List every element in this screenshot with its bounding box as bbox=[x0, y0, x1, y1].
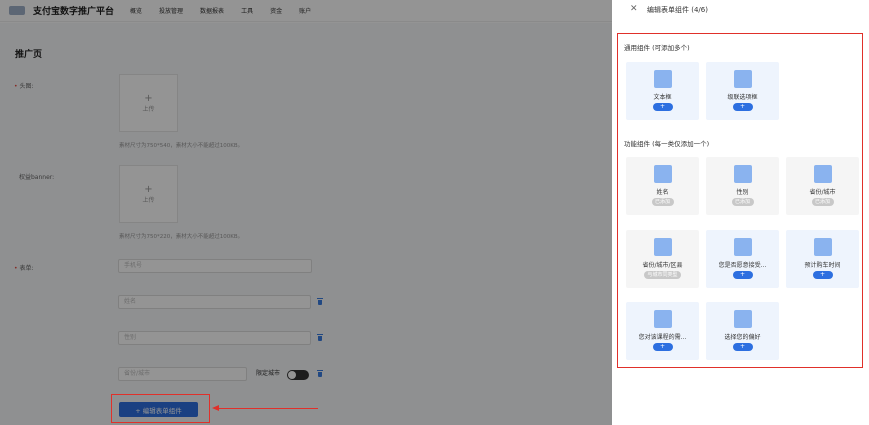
name-icon bbox=[653, 165, 672, 183]
province-city-icon bbox=[813, 165, 832, 183]
card-label: 级联选项框 bbox=[727, 94, 758, 101]
add-button[interactable]: + bbox=[732, 103, 753, 111]
add-button[interactable]: + bbox=[732, 271, 753, 279]
card-label: 文本框 bbox=[653, 94, 672, 101]
cascade-icon bbox=[733, 70, 752, 88]
annotation-arrow-head bbox=[212, 405, 219, 411]
annotation-arrow bbox=[218, 408, 318, 409]
gender-icon bbox=[733, 165, 752, 183]
component-card-course-needs[interactable]: 您对该课程的需... + bbox=[626, 302, 699, 360]
add-button[interactable]: + bbox=[652, 343, 673, 351]
modal-overlay[interactable] bbox=[0, 0, 612, 425]
same-type-badge: 与城市同类型 bbox=[644, 271, 681, 279]
component-card-name[interactable]: 姓名 已添加 bbox=[626, 157, 699, 215]
add-button[interactable]: + bbox=[812, 271, 833, 279]
drawer-title: 编辑表单组件 (4/6) bbox=[647, 6, 708, 14]
component-card-cascade[interactable]: 级联选项框 + bbox=[706, 62, 779, 120]
added-badge: 已添加 bbox=[731, 198, 754, 206]
card-label: 选择您的偏好 bbox=[724, 334, 761, 341]
course-icon bbox=[653, 310, 672, 328]
willing-icon bbox=[733, 238, 752, 256]
component-card-preference[interactable]: 选择您的偏好 + bbox=[706, 302, 779, 360]
added-badge: 已添加 bbox=[811, 198, 834, 206]
card-label: 省份/城市/区县 bbox=[642, 262, 683, 269]
add-button[interactable]: + bbox=[732, 343, 753, 351]
component-card-textbox[interactable]: 文本框 + bbox=[626, 62, 699, 120]
district-icon bbox=[653, 238, 672, 256]
add-button[interactable]: + bbox=[652, 103, 673, 111]
card-label: 性别 bbox=[736, 189, 749, 196]
annotation-box-button bbox=[111, 394, 210, 423]
component-card-gender[interactable]: 性别 已添加 bbox=[706, 157, 779, 215]
card-label: 您是否愿意接受... bbox=[718, 262, 767, 269]
close-icon[interactable]: ✕ bbox=[630, 4, 638, 14]
component-card-willing[interactable]: 您是否愿意接受... + bbox=[706, 230, 779, 288]
textbox-icon bbox=[653, 70, 672, 88]
card-label: 预计购车时间 bbox=[804, 262, 841, 269]
card-label: 姓名 bbox=[656, 189, 669, 196]
card-label: 省份/城市 bbox=[809, 189, 836, 196]
car-time-icon bbox=[813, 238, 832, 256]
general-components-title: 通用组件 (可添加多个) bbox=[624, 44, 690, 52]
component-card-province-city[interactable]: 省份/城市 已添加 bbox=[786, 157, 859, 215]
added-badge: 已添加 bbox=[651, 198, 674, 206]
component-card-province-city-district[interactable]: 省份/城市/区县 与城市同类型 bbox=[626, 230, 699, 288]
preference-icon bbox=[733, 310, 752, 328]
component-card-car-purchase-time[interactable]: 预计购车时间 + bbox=[786, 230, 859, 288]
function-components-title: 功能组件 (每一类仅添加一个) bbox=[624, 140, 710, 148]
card-label: 您对该课程的需... bbox=[638, 334, 687, 341]
